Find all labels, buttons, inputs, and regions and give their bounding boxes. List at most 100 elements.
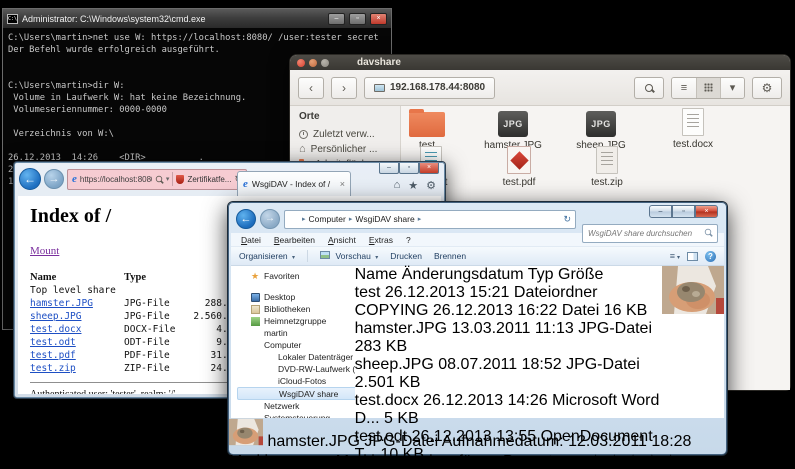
list-view-button[interactable]: ≡: [672, 78, 696, 98]
column-date[interactable]: Änderungsdatum: [402, 266, 524, 283]
column-name: Name: [30, 271, 124, 284]
cmd-titlebar[interactable]: C:\ Administrator: C:\Windows\system32\c…: [3, 9, 391, 28]
file-link[interactable]: sheep.JPG: [30, 311, 81, 322]
sidebar-item-desktop[interactable]: Desktop: [237, 291, 355, 303]
minimize-button[interactable]: –: [328, 13, 345, 25]
column-name[interactable]: Name: [355, 266, 398, 283]
tags-value[interactable]: Markierung hinzufügen: [336, 453, 499, 469]
file-item-hamster[interactable]: JPG hamster.JPG: [471, 108, 555, 151]
back-button[interactable]: ‹: [298, 77, 324, 99]
file-link[interactable]: hamster.JPG: [30, 298, 93, 309]
sidebar-item-icloud-fotos[interactable]: iCloud-Fotos: [237, 375, 355, 387]
file-row-test[interactable]: test 26.12.2013 15:21 Dateiordner: [355, 284, 662, 302]
close-button[interactable]: ×: [370, 13, 387, 25]
home-icon[interactable]: ⌂: [394, 179, 401, 192]
minimize-button[interactable]: [309, 59, 317, 67]
file-item-test[interactable]: test: [401, 108, 469, 151]
file-row-hamster-selected[interactable]: hamster.JPG 13.03.2011 11:13 JPG-Datei 2…: [355, 320, 662, 356]
column-size[interactable]: Größe: [558, 266, 603, 283]
settings-button[interactable]: ⚙: [752, 77, 782, 99]
preview-button[interactable]: Vorschau ▾: [320, 251, 378, 261]
jpg-badge: JPG: [503, 119, 523, 129]
address-button[interactable]: 192.168.178.44:8080: [364, 77, 495, 99]
close-button[interactable]: [297, 59, 305, 67]
file-link[interactable]: test.zip: [30, 363, 76, 374]
address-bar[interactable]: e https://localhost:8080/ ▾ Zertifikatfe…: [67, 169, 247, 190]
sidebar-item-heimnetzgruppe[interactable]: Heimnetzgruppe: [237, 315, 355, 327]
grid-icon: [704, 83, 713, 92]
file-link[interactable]: test.docx: [30, 324, 81, 335]
menu-datei[interactable]: Datei: [241, 235, 261, 245]
sidebar-item-wsgidav-share[interactable]: WsgiDAV share: [237, 387, 355, 400]
close-button[interactable]: ×: [419, 163, 439, 174]
nautilus-titlebar[interactable]: davshare: [290, 55, 790, 70]
url-text[interactable]: https://localhost:8080/: [80, 175, 152, 184]
burn-button[interactable]: Brennen: [434, 251, 466, 261]
file-item-docx[interactable]: test.docx: [651, 108, 735, 150]
maximize-button[interactable]: ▫: [399, 163, 419, 174]
gear-icon[interactable]: ⚙: [426, 179, 436, 192]
forward-button[interactable]: ›: [331, 77, 357, 99]
file-link[interactable]: test.pdf: [30, 350, 76, 361]
file-item-pdf[interactable]: test.pdf: [477, 146, 561, 188]
forward-button[interactable]: →: [260, 209, 280, 229]
close-button[interactable]: ×: [695, 205, 718, 218]
menu-ansicht[interactable]: Ansicht: [328, 235, 356, 245]
menu-extras[interactable]: Extras: [369, 235, 393, 245]
file-link[interactable]: test.odt: [30, 337, 76, 348]
view-options-button[interactable]: ▾: [720, 78, 744, 98]
maximize-button[interactable]: ▫: [349, 13, 366, 25]
sidebar-item-lokaler-datentraeger[interactable]: Lokaler Datenträger (C:): [237, 351, 355, 363]
sidebar-item-bibliotheken[interactable]: Bibliotheken: [237, 303, 355, 315]
help-button[interactable]: ?: [705, 251, 716, 262]
column-type[interactable]: Typ: [528, 266, 554, 283]
cmd-icon: C:\: [7, 14, 18, 24]
file-item-zip[interactable]: test.zip: [565, 146, 649, 188]
explorer-window: – ▫ × ← → ▸ Computer ▸ WsgiDAV share ▸ ↻…: [228, 202, 727, 455]
back-button[interactable]: ←: [19, 168, 41, 190]
certificate-error-button[interactable]: Zertifikatfe...: [187, 175, 231, 184]
organize-button[interactable]: Organisieren ▾: [239, 251, 295, 261]
file-row-copying[interactable]: COPYING 26.12.2013 16:22 Datei 16 KB: [355, 302, 662, 320]
sidebar-item-favoriten[interactable]: Favoriten: [237, 270, 355, 282]
maximize-button[interactable]: [321, 59, 329, 67]
menu-bearbeiten[interactable]: Bearbeiten: [274, 235, 315, 245]
mount-link[interactable]: Mount: [30, 245, 59, 257]
sidebar-item-recent[interactable]: Zuletzt verw...: [299, 127, 396, 142]
drive-icon: [265, 353, 274, 362]
sidebar-label: Netzwerk: [264, 401, 299, 411]
rating-stars[interactable]: ☆ ☆ ☆ ☆ ☆: [588, 453, 678, 469]
sidebar-item-martin[interactable]: martin: [237, 327, 355, 339]
sidebar-label: Heimnetzgruppe: [264, 316, 326, 326]
sidebar-item-home[interactable]: ⌂ Persönlicher ...: [299, 142, 396, 157]
browser-tab[interactable]: e WsgiDAV - Index of / ×: [237, 171, 351, 196]
maximize-button[interactable]: ▫: [672, 205, 695, 218]
refresh-icon[interactable]: ↻: [563, 214, 571, 225]
views-button[interactable]: ≡▾: [670, 251, 680, 261]
breadcrumb-bar[interactable]: ▸ Computer ▸ WsgiDAV share ▸ ↻: [284, 210, 576, 229]
favorites-star-icon[interactable]: ★: [408, 179, 418, 192]
sidebar-item-dvd-laufwerk[interactable]: DVD-RW-Laufwerk (D:): [237, 363, 355, 375]
back-button[interactable]: ←: [236, 209, 256, 229]
chevron-down-icon: ▾: [292, 255, 295, 261]
print-button[interactable]: Drucken: [390, 251, 422, 261]
sidebar-item-computer[interactable]: Computer: [237, 339, 355, 351]
search-icon[interactable]: [156, 176, 162, 182]
explorer-search-input[interactable]: [582, 224, 718, 243]
forward-button[interactable]: →: [44, 169, 64, 189]
minimize-button[interactable]: –: [379, 163, 399, 174]
menu-help[interactable]: ?: [406, 235, 411, 245]
grid-view-button[interactable]: [696, 78, 720, 98]
search-button[interactable]: [634, 77, 664, 99]
tab-close-icon[interactable]: ×: [340, 179, 345, 189]
minimize-button[interactable]: –: [649, 205, 672, 218]
preview-pane-toggle[interactable]: [687, 252, 698, 261]
breadcrumb-computer[interactable]: Computer: [309, 214, 346, 224]
file-size: 283 KB: [355, 338, 407, 355]
sidebar-item-netzwerk[interactable]: Netzwerk: [237, 400, 355, 412]
breadcrumb-folder[interactable]: WsgiDAV share: [355, 214, 414, 224]
file-item-sheep[interactable]: JPG sheep.JPG: [559, 108, 643, 151]
chevron-down-icon[interactable]: ▾: [166, 175, 170, 183]
jpg-icon: JPG: [498, 111, 528, 137]
file-row-sheep[interactable]: sheep.JPG 08.07.2011 18:52 JPG-Datei 2.5…: [355, 356, 662, 392]
